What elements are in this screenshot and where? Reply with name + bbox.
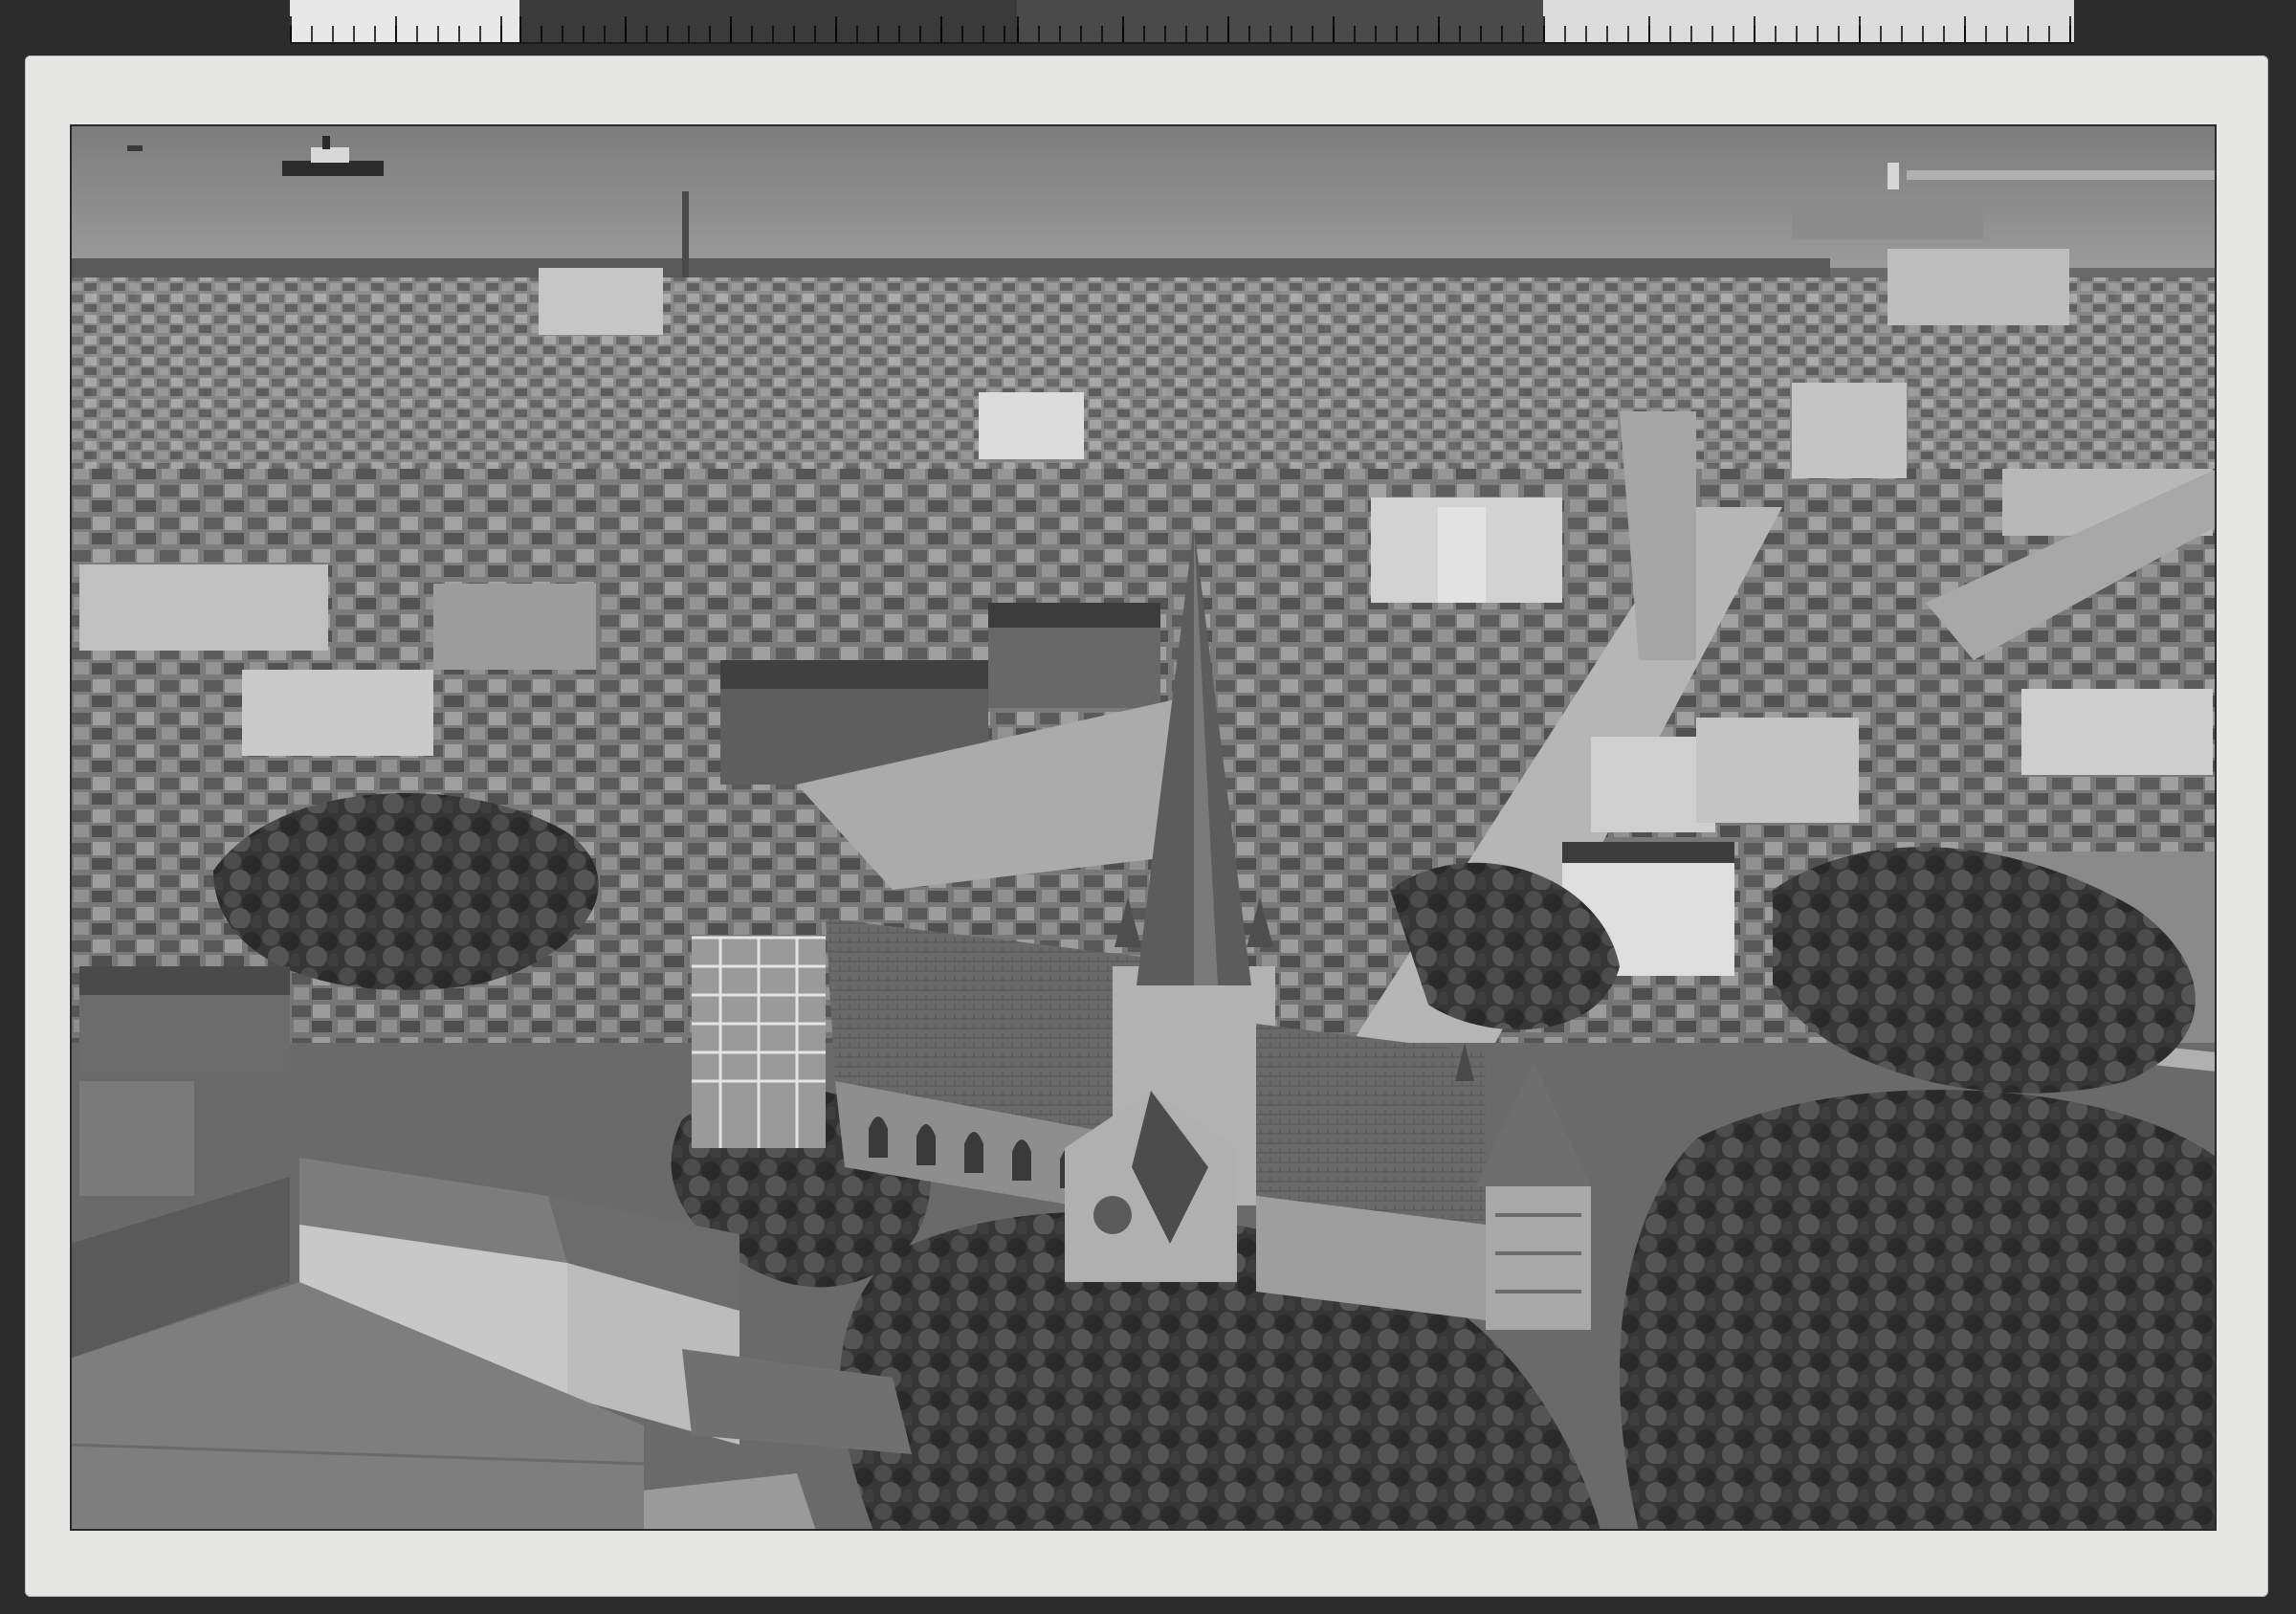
ruler-segment-dark xyxy=(519,0,1017,42)
aerial-city-cathedral-photo xyxy=(70,124,2217,1531)
photo-illustration xyxy=(70,124,2217,1531)
rose-window xyxy=(1093,1196,1132,1234)
townhouse-row-left xyxy=(79,564,328,651)
civic-building-right xyxy=(2021,689,2213,775)
breakwater-pier xyxy=(1907,170,2217,180)
chimney xyxy=(682,191,689,277)
octagon-tower xyxy=(1476,1062,1591,1186)
color-scale-ruler xyxy=(290,0,2074,44)
ruler-segment-grey xyxy=(1017,0,1543,42)
fjord-water xyxy=(70,124,2217,268)
ruler-segment-white xyxy=(290,0,519,42)
small-boat xyxy=(127,145,143,151)
building-right-corner xyxy=(1792,383,1907,478)
building-far-right xyxy=(1888,249,2069,325)
tree-cluster-lower-right xyxy=(1620,1090,2217,1531)
building-far-left xyxy=(539,268,663,335)
viewer-background xyxy=(0,0,2296,1614)
waterfront-rail-yard xyxy=(70,258,1830,279)
harbour-docks xyxy=(1792,201,1983,239)
building-advert xyxy=(979,392,1084,459)
ruler-segment-light xyxy=(1543,0,2074,42)
transept-roof xyxy=(1256,1024,1486,1225)
